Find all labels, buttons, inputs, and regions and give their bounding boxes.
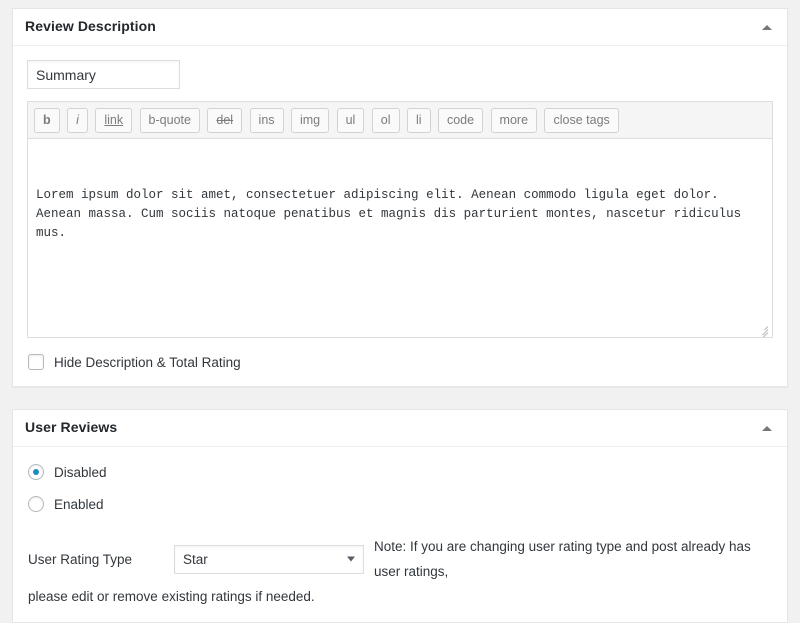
radio-row-disabled: Disabled — [28, 464, 775, 480]
user-rating-type-value: Star — [183, 551, 208, 567]
resize-handle-icon[interactable] — [756, 322, 769, 337]
radio-label-enabled[interactable]: Enabled — [54, 497, 104, 512]
quicktags-toolbar: b i link b-quote del ins img ul ol li co… — [27, 101, 773, 138]
user-rating-type-note-line-1: Note: If you are changing user rating ty… — [374, 539, 751, 579]
quicktag-button-img[interactable]: img — [290, 108, 330, 133]
quicktag-button-link[interactable]: link — [95, 108, 133, 133]
user-rating-type-row: User Rating Type Star Note: If you are c… — [28, 534, 775, 584]
user-rating-type-select[interactable]: Star — [174, 544, 364, 574]
quicktag-button-li[interactable]: li — [406, 108, 431, 133]
quicktag-button-code[interactable]: code — [437, 108, 484, 133]
quicktag-button-more[interactable]: more — [490, 108, 538, 133]
hide-description-row: Hide Description & Total Rating — [28, 354, 775, 370]
panel-review-description: Review Description b i link b-quote del … — [12, 8, 788, 387]
user-rating-type-label: User Rating Type — [28, 551, 133, 567]
hide-description-label[interactable]: Hide Description & Total Rating — [54, 355, 241, 370]
caret-up-icon[interactable] — [757, 17, 777, 37]
quicktag-button-b[interactable]: b — [34, 108, 60, 133]
panel-body-review-description: b i link b-quote del ins img ul ol li co… — [13, 46, 787, 386]
quicktag-button-del[interactable]: del — [207, 108, 243, 133]
radio-label-disabled[interactable]: Disabled — [54, 465, 107, 480]
quicktag-button-i[interactable]: i — [67, 108, 88, 133]
admin-page: Review Description b i link b-quote del … — [0, 0, 800, 623]
quicktag-button-ul[interactable]: ul — [336, 108, 365, 133]
textarea-paragraph-1: Lorem ipsum dolor sit amet, consectetuer… — [36, 188, 749, 240]
panel-title-user-reviews: User Reviews — [25, 419, 118, 436]
radio-disabled[interactable] — [28, 464, 44, 480]
panel-header-review-description[interactable]: Review Description — [13, 9, 787, 46]
quicktag-button-ol[interactable]: ol — [371, 108, 400, 133]
user-rating-type-note-line-2: please edit or remove existing ratings i… — [28, 589, 315, 604]
user-rating-type-block: User Rating Type Star Note: If you are c… — [28, 534, 775, 608]
panel-body-user-reviews: Disabled Enabled User Rating Type Star N… — [13, 447, 787, 622]
description-textarea[interactable]: Lorem ipsum dolor sit amet, consectetuer… — [27, 138, 773, 338]
panel-header-user-reviews[interactable]: User Reviews — [13, 410, 787, 447]
caret-up-icon[interactable] — [757, 418, 777, 438]
hide-description-checkbox[interactable] — [28, 354, 44, 370]
radio-enabled[interactable] — [28, 496, 44, 512]
panel-title-review-description: Review Description — [25, 18, 156, 35]
summary-input[interactable] — [27, 60, 180, 89]
quicktag-button-close-tags[interactable]: close tags — [544, 108, 619, 133]
quicktag-button-b-quote[interactable]: b-quote — [139, 108, 200, 133]
radio-row-enabled: Enabled — [28, 496, 775, 512]
quicktag-button-ins[interactable]: ins — [249, 108, 284, 133]
panel-user-reviews: User Reviews Disabled Enabled User Ratin… — [12, 409, 788, 623]
quicktags-editor: b i link b-quote del ins img ul ol li co… — [27, 101, 773, 338]
